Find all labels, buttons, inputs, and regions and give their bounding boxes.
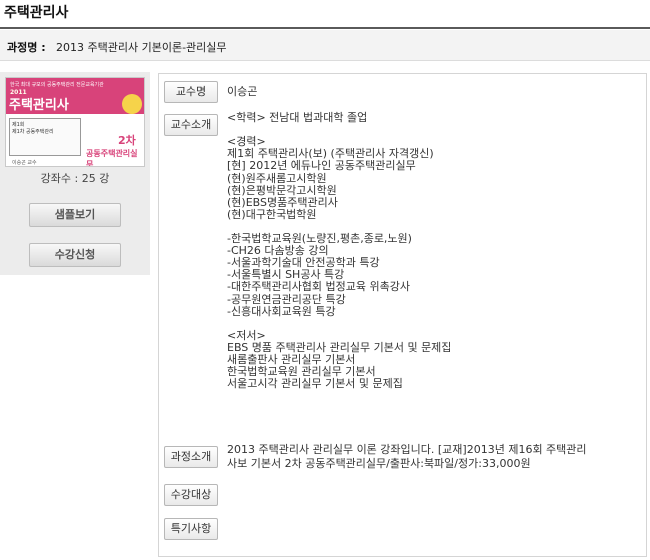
lecture-count: 강좌수 : 25 강 [40,172,110,185]
book-cover-image: 한국 최대 규모의 공동주택관리 전문교육기관 2011 주택관리사 제1회 제… [5,77,145,167]
book-line-1: 제1회 [12,122,25,128]
book-author: 이승곤 교수 [12,160,37,166]
sample-view-button[interactable]: 샘플보기 [29,203,121,227]
professor-intro-line: -공무원연금관리공단 특강 [227,292,346,306]
professor-name-label: 교수명 [164,81,218,103]
book-line-2: 제1차 공동주택관리 [12,129,54,135]
book-volume: 2차 [118,134,136,147]
course-name-label: 과정명 : [7,41,46,54]
professor-intro-line: -대한주택관리사협회 법정교육 위촉강사 [227,280,411,294]
course-intro-label: 과정소개 [164,446,218,468]
special-notes-label: 특기사항 [164,518,218,540]
book-tagline: 한국 최대 규모의 공동주택관리 전문교육기관 [10,82,104,88]
professor-intro-line: [현] 2012년 에듀나인 공동주택관리실무 [227,159,416,173]
professor-intro-line: <학력> 전남대 법과대학 졸업 [227,111,368,124]
enroll-button[interactable]: 수강신청 [29,243,121,267]
book-subtitle: 공동주택관리실무 [86,149,138,167]
course-name-bar: 과정명 : 2013 주택관리사 기본이론-관리실무 [0,30,650,61]
book-title: 주택관리사 [9,98,69,113]
professor-intro-line: (현)원주새롬고시학원 [227,171,327,185]
professor-name-value: 이승곤 [227,85,258,98]
course-name-value: 2013 주택관리사 기본이론-관리실무 [56,41,227,54]
title-divider [0,27,650,29]
professor-intro-label: 교수소개 [164,114,218,136]
target-audience-label: 수강대상 [164,484,218,506]
professor-intro-line: -신흥대사회교육원 특강 [227,304,336,318]
professor-intro-line: (현)은평박문각고시학원 [227,183,337,197]
course-intro-line: 사보 기본서 2차 공동주택관리실무/출판사:북파일/정가:33,000원 [227,457,531,470]
book-badge-icon [122,94,142,114]
professor-intro-line: 서울고시각 관리실무 기본서 및 문제집 [227,377,403,391]
page-title: 주택관리사 [4,5,69,21]
professor-intro-line: (현)대구한국법학원 [227,207,317,221]
professor-intro-line: (현)EBS명품주택관리사 [227,195,338,209]
course-intro-line: 2013 주택관리사 관리실무 이론 강좌입니다. [교재]2013년 제16회… [227,443,587,456]
